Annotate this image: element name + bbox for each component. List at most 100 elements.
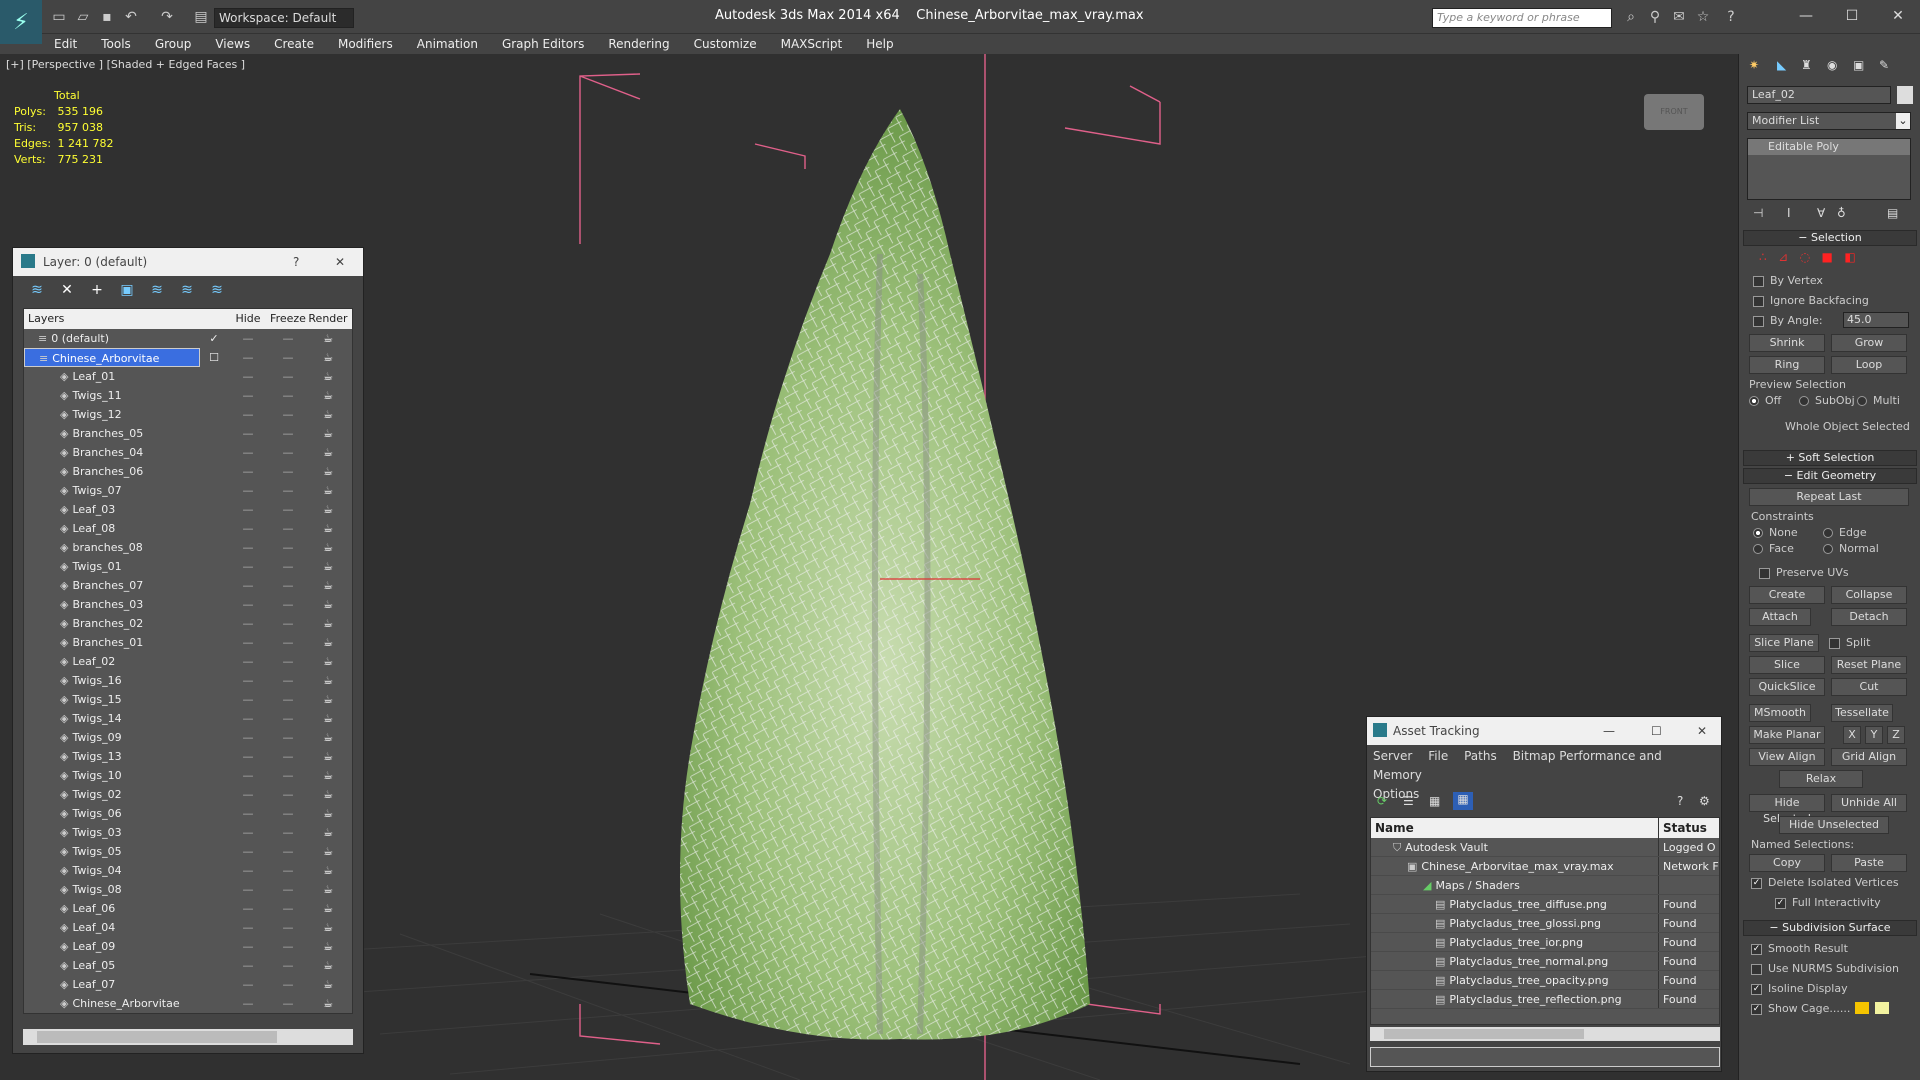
layer-row[interactable]: ≡ Chinese_Arborvitae ☐ — — ☕: [24, 348, 352, 367]
current-layer-slot[interactable]: [200, 785, 228, 804]
close-icon[interactable]: ✕: [1697, 717, 1707, 745]
hide-toggle-icon[interactable]: —: [228, 823, 268, 842]
layer-name[interactable]: ◈ Branches_07: [24, 576, 200, 595]
layer-name[interactable]: ◈ Branches_01: [24, 633, 200, 652]
render-teapot-icon[interactable]: ☕: [308, 386, 348, 405]
hide-unselected-button[interactable]: Hide Unselected: [1779, 816, 1889, 834]
col-name[interactable]: Name: [1371, 818, 1659, 838]
col-status[interactable]: Status: [1659, 818, 1719, 838]
render-teapot-icon[interactable]: ☕: [308, 880, 348, 899]
hide-toggle-icon[interactable]: —: [228, 728, 268, 747]
layer-row[interactable]: ◈ Leaf_04— — ☕: [24, 918, 352, 937]
maximize-button[interactable]: ☐: [1832, 4, 1872, 28]
hide-toggle-icon[interactable]: —: [228, 709, 268, 728]
freeze-toggle-icon[interactable]: —: [268, 709, 308, 728]
freeze-toggle-icon[interactable]: —: [268, 956, 308, 975]
menu-edit[interactable]: Edit: [42, 34, 89, 54]
hide-toggle-icon[interactable]: —: [228, 861, 268, 880]
layer-row[interactable]: ◈ Branches_05— — ☕: [24, 424, 352, 443]
freeze-toggle-icon[interactable]: —: [268, 538, 308, 557]
cage-color-swatch-2[interactable]: [1875, 1002, 1889, 1014]
reset-plane-button[interactable]: Reset Plane: [1831, 656, 1907, 674]
rollout-subdivision-surface[interactable]: − Subdivision Surface: [1743, 920, 1917, 936]
communication-icon[interactable]: ✉: [1670, 8, 1688, 26]
render-teapot-icon[interactable]: ☕: [308, 557, 348, 576]
asset-menu-bitmap[interactable]: Bitmap Performance and Memory: [1373, 749, 1662, 782]
freeze-toggle-icon[interactable]: —: [268, 481, 308, 500]
binoculars-icon[interactable]: ⌕: [1622, 8, 1640, 26]
hide-toggle-icon[interactable]: —: [228, 975, 268, 994]
freeze-toggle-icon[interactable]: —: [268, 747, 308, 766]
hide-toggle-icon[interactable]: —: [228, 595, 268, 614]
freeze-toggle-icon[interactable]: —: [268, 348, 308, 367]
vertex-level-icon[interactable]: ∴: [1759, 250, 1767, 264]
menu-tools[interactable]: Tools: [89, 34, 143, 54]
paste-button[interactable]: Paste: [1831, 854, 1907, 872]
layer-row[interactable]: ◈ Leaf_06— — ☕: [24, 899, 352, 918]
current-layer-slot[interactable]: [200, 880, 228, 899]
workspace-dropdown[interactable]: Workspace: Default: [214, 8, 354, 28]
preview-subobj-radio[interactable]: SubObj: [1799, 394, 1855, 407]
layer-name[interactable]: ◈ Twigs_10: [24, 766, 200, 785]
layer-name[interactable]: ◈ Branches_02: [24, 614, 200, 633]
layer-row[interactable]: ◈ Branches_06— — ☕: [24, 462, 352, 481]
hide-all-icon[interactable]: ≋: [177, 282, 197, 300]
col-layers[interactable]: Layers: [24, 309, 200, 329]
layer-row[interactable]: ◈ Branches_01— — ☕: [24, 633, 352, 652]
hide-toggle-icon[interactable]: —: [228, 956, 268, 975]
col-render[interactable]: Render: [308, 309, 348, 329]
delete-isolated-checkbox[interactable]: ✓ Delete Isolated Vertices: [1751, 876, 1899, 889]
render-teapot-icon[interactable]: ☕: [308, 500, 348, 519]
freeze-toggle-icon[interactable]: —: [268, 975, 308, 994]
hide-toggle-icon[interactable]: —: [228, 804, 268, 823]
table-view-icon[interactable]: ▦: [1429, 794, 1440, 808]
render-teapot-icon[interactable]: ☕: [308, 576, 348, 595]
current-layer-slot[interactable]: [200, 443, 228, 462]
render-teapot-icon[interactable]: ☕: [308, 367, 348, 386]
layer-name[interactable]: ◈ Leaf_05: [24, 956, 200, 975]
menu-create[interactable]: Create: [262, 34, 326, 54]
layer-row[interactable]: ◈ Branches_04— — ☕: [24, 443, 352, 462]
viewcube[interactable]: FRONT: [1644, 94, 1704, 130]
current-layer-slot[interactable]: [200, 766, 228, 785]
cut-button[interactable]: Cut: [1831, 678, 1907, 696]
freeze-toggle-icon[interactable]: —: [268, 405, 308, 424]
current-layer-slot[interactable]: [200, 956, 228, 975]
attach-button[interactable]: Attach: [1749, 608, 1811, 626]
hide-toggle-icon[interactable]: —: [228, 994, 268, 1013]
new-layer-icon[interactable]: ≋: [27, 282, 47, 300]
render-teapot-icon[interactable]: ☕: [308, 728, 348, 747]
quickslice-button[interactable]: QuickSlice: [1749, 678, 1825, 696]
current-layer-slot[interactable]: [200, 994, 228, 1013]
current-layer-slot[interactable]: [200, 462, 228, 481]
layer-name[interactable]: ◈ Branches_03: [24, 595, 200, 614]
render-teapot-icon[interactable]: ☕: [308, 652, 348, 671]
hide-selected-button[interactable]: Hide Selected: [1749, 794, 1825, 825]
layer-name[interactable]: ◈ Leaf_08: [24, 519, 200, 538]
element-level-icon[interactable]: ◧: [1844, 250, 1855, 264]
render-teapot-icon[interactable]: ☕: [308, 671, 348, 690]
render-teapot-icon[interactable]: ☕: [308, 956, 348, 975]
asset-row[interactable]: ▤ Platycladus_tree_ior.png Found: [1371, 933, 1719, 952]
layer-row[interactable]: ◈ Twigs_03— — ☕: [24, 823, 352, 842]
hide-toggle-icon[interactable]: —: [228, 557, 268, 576]
slice-button[interactable]: Slice: [1749, 656, 1825, 674]
help-icon[interactable]: ?: [293, 248, 299, 276]
make-unique-icon[interactable]: ∀: [1817, 206, 1825, 220]
asset-row[interactable]: ▤ Platycladus_tree_glossi.png Found: [1371, 914, 1719, 933]
menu-animation[interactable]: Animation: [405, 34, 490, 54]
current-layer-slot[interactable]: [200, 671, 228, 690]
hide-toggle-icon[interactable]: —: [228, 918, 268, 937]
new-file-icon[interactable]: ▭: [50, 8, 68, 26]
hide-toggle-icon[interactable]: —: [228, 519, 268, 538]
hide-toggle-icon[interactable]: —: [228, 576, 268, 595]
asset-row[interactable]: ◢ Maps / Shaders: [1371, 876, 1719, 895]
asset-menu-file[interactable]: File: [1428, 749, 1448, 763]
current-layer-slot[interactable]: [200, 500, 228, 519]
constraint-edge-radio[interactable]: Edge: [1823, 526, 1867, 539]
hide-toggle-icon[interactable]: —: [228, 785, 268, 804]
add-to-layer-icon[interactable]: +: [87, 282, 107, 300]
layer-row[interactable]: ◈ Twigs_09— — ☕: [24, 728, 352, 747]
current-layer-slot[interactable]: [200, 861, 228, 880]
freeze-all-icon[interactable]: ≋: [207, 282, 227, 300]
